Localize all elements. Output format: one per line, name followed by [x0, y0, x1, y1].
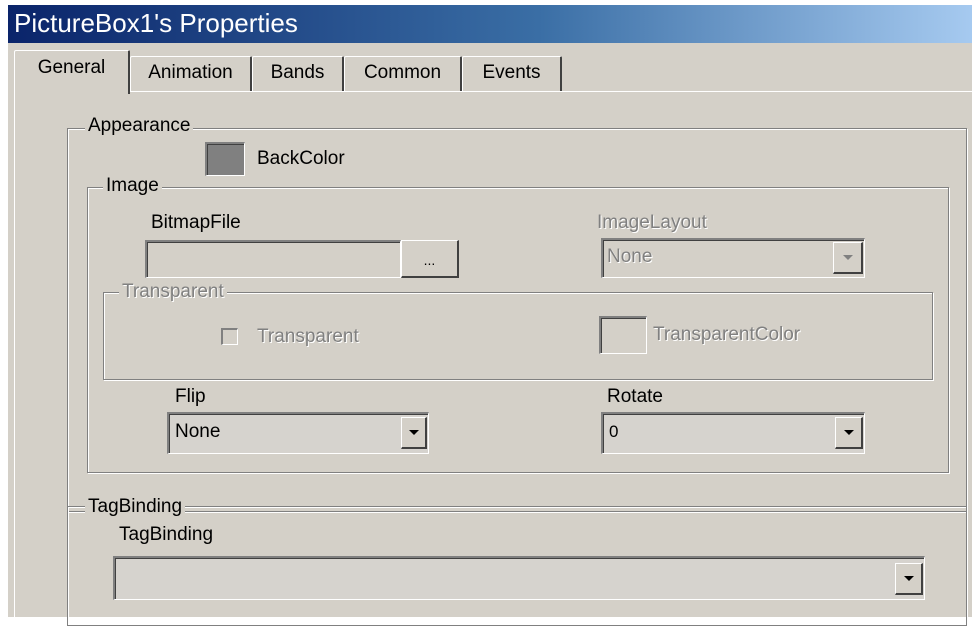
title-bar[interactable]: PictureBox1's Properties [8, 5, 972, 43]
browse-button[interactable]: ... [401, 240, 459, 278]
tagbinding-label: TagBinding [119, 524, 214, 545]
imagelayout-label: ImageLayout [597, 212, 707, 233]
chevron-down-icon [409, 430, 419, 435]
tab-bands[interactable]: Bands [252, 56, 344, 92]
imagelayout-select[interactable]: None [601, 238, 865, 278]
rotate-select[interactable]: 0 [601, 412, 865, 454]
chevron-down-icon [844, 430, 854, 435]
transparentcolor-label: TransparentColor [653, 324, 801, 345]
tab-label: Bands [270, 62, 325, 83]
rotate-dropdown-button[interactable] [835, 417, 863, 449]
tagbinding-dropdown-button[interactable] [895, 563, 923, 595]
imagelayout-dropdown-button[interactable] [833, 242, 863, 274]
rotate-label: Rotate [607, 386, 663, 407]
tab-events[interactable]: Events [462, 56, 562, 92]
tab-label: Common [363, 62, 442, 83]
backcolor-swatch[interactable] [205, 142, 245, 176]
transparent-legend: Transparent [119, 282, 227, 302]
flip-dropdown-button[interactable] [401, 417, 427, 449]
tab-general[interactable]: General [14, 50, 130, 94]
imagelayout-value: None [607, 246, 653, 267]
tab-label: General [37, 57, 106, 78]
chevron-down-icon [843, 255, 853, 260]
browse-label: ... [423, 252, 436, 268]
backcolor-label: BackColor [257, 148, 345, 169]
image-legend: Image [103, 176, 162, 196]
tab-common[interactable]: Common [344, 56, 462, 92]
flip-label: Flip [175, 386, 206, 407]
tab-label: Animation [148, 62, 233, 83]
bitmapfile-input[interactable] [145, 240, 401, 278]
tagbinding-legend: TagBinding [85, 497, 186, 517]
appearance-legend: Appearance [85, 116, 194, 136]
flip-value: None [175, 421, 221, 442]
transparent-checkbox[interactable] [221, 328, 238, 345]
transparent-checkbox-label: Transparent [257, 326, 359, 347]
window-title: PictureBox1's Properties [14, 8, 298, 38]
chevron-down-icon [904, 576, 914, 581]
tab-label: Events [482, 62, 541, 83]
bitmapfile-label: BitmapFile [151, 212, 241, 233]
transparentcolor-swatch[interactable] [599, 316, 647, 354]
tab-panel-general: Appearance BackColor Image BitmapFile ..… [14, 91, 972, 626]
tagbinding-select[interactable] [113, 556, 925, 600]
tab-animation[interactable]: Animation [130, 56, 252, 92]
flip-select[interactable]: None [167, 412, 429, 454]
rotate-value: 0 [609, 422, 619, 441]
